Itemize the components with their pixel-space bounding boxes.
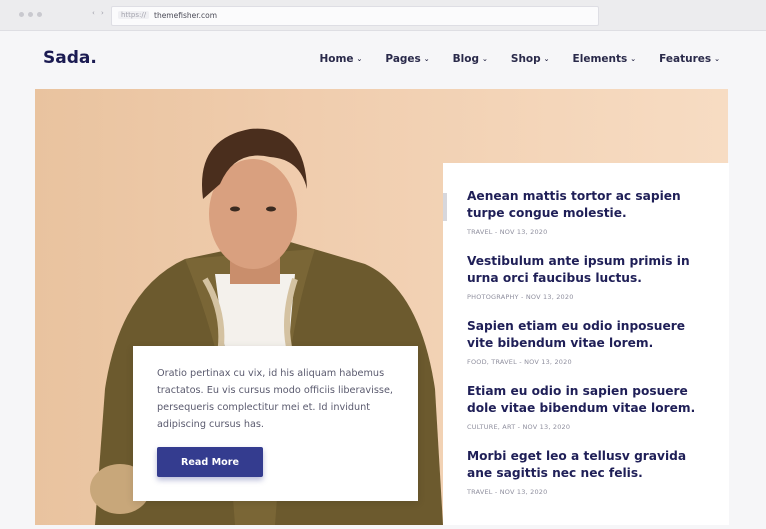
menu-label: Features: [659, 53, 712, 65]
post-title[interactable]: Sapien etiam eu odio inposuere vite bibe…: [467, 318, 707, 352]
website: Sada. Home ⌄ Pages ⌄ Blog ⌄ Shop ⌄ Elements ⌄…: [0, 31, 766, 529]
post-date: NOV 13, 2020: [499, 228, 548, 236]
chevron-down-icon: ⌄: [543, 55, 550, 63]
menu-label: Blog: [452, 53, 480, 65]
post-meta: CULTURE, ART - NOV 13, 2020: [467, 423, 707, 431]
menu-label: Home: [319, 53, 354, 65]
post-item[interactable]: Morbi eget leo a tellusv gravida ane sag…: [467, 448, 707, 496]
window-dot-icon[interactable]: [37, 12, 42, 17]
read-more-button[interactable]: Read More: [157, 447, 263, 477]
post-item[interactable]: Aenean mattis tortor ac sapien turpe con…: [467, 188, 707, 236]
url-scheme: https://: [118, 11, 150, 19]
browser-toolbar: ‹ › https:// themefisher.com: [0, 0, 766, 31]
post-meta: PHOTOGRAPHY - NOV 13, 2020: [467, 293, 707, 301]
meta-separator: -: [519, 358, 522, 366]
post-title[interactable]: Etiam eu odio in sapien posuere dole vit…: [467, 383, 707, 417]
post-category[interactable]: CULTURE, ART: [467, 423, 515, 431]
window-dot-icon[interactable]: [28, 12, 33, 17]
menu-item-features[interactable]: Features ⌄: [659, 53, 720, 65]
recent-posts-panel: Aenean mattis tortor ac sapien turpe con…: [443, 163, 729, 525]
chevron-down-icon: ⌄: [423, 55, 430, 63]
post-category[interactable]: PHOTOGRAPHY: [467, 293, 519, 301]
post-item[interactable]: Sapien etiam eu odio inposuere vite bibe…: [467, 318, 707, 366]
post-title[interactable]: Aenean mattis tortor ac sapien turpe con…: [467, 188, 707, 222]
post-meta: TRAVEL - NOV 13, 2020: [467, 488, 707, 496]
post-date: NOV 13, 2020: [525, 293, 574, 301]
post-title[interactable]: Morbi eget leo a tellusv gravida ane sag…: [467, 448, 707, 482]
post-date: NOV 13, 2020: [522, 423, 571, 431]
featured-excerpt-card: Oratio pertinax cu vix, id his aliquam h…: [133, 346, 418, 501]
excerpt-text: Oratio pertinax cu vix, id his aliquam h…: [157, 368, 393, 430]
post-category[interactable]: TRAVEL: [467, 488, 493, 496]
meta-separator: -: [521, 293, 524, 301]
chevron-down-icon: ⌄: [482, 55, 488, 63]
meta-separator: -: [494, 488, 498, 496]
menu-item-pages[interactable]: Pages ⌄: [385, 53, 429, 65]
menu-label: Pages: [385, 53, 421, 65]
post-title[interactable]: Vestibulum ante ipsum primis in urna orc…: [467, 253, 707, 287]
post-item[interactable]: Vestibulum ante ipsum primis in urna orc…: [467, 253, 707, 301]
menu-item-blog[interactable]: Blog ⌄: [453, 53, 488, 65]
url-text[interactable]: themefisher.com: [154, 11, 217, 20]
meta-separator: -: [494, 228, 498, 236]
menu-label: Elements: [572, 53, 628, 65]
post-category[interactable]: TRAVEL: [467, 228, 493, 236]
window-controls: [19, 12, 42, 17]
back-forward-icon[interactable]: ‹ ›: [92, 9, 106, 17]
chevron-down-icon: ⌄: [714, 55, 720, 63]
menu-item-shop[interactable]: Shop ⌄: [511, 53, 550, 65]
main-menu: Home ⌄ Pages ⌄ Blog ⌄ Shop ⌄ Elements ⌄ Featu…: [319, 53, 720, 65]
chevron-down-icon: ⌄: [356, 55, 363, 63]
post-date: NOV 13, 2020: [524, 358, 572, 366]
menu-item-elements[interactable]: Elements ⌄: [573, 53, 637, 65]
post-category[interactable]: FOOD, TRAVEL: [467, 358, 517, 366]
address-bar[interactable]: https:// themefisher.com: [111, 6, 599, 26]
site-logo[interactable]: Sada.: [43, 48, 97, 68]
window-dot-icon[interactable]: [19, 12, 24, 17]
post-date: NOV 13, 2020: [499, 488, 548, 496]
menu-item-home[interactable]: Home ⌄: [319, 53, 362, 65]
post-item[interactable]: Etiam eu odio in sapien posuere dole vit…: [467, 383, 707, 431]
post-meta: TRAVEL - NOV 13, 2020: [467, 228, 707, 236]
active-indicator: [443, 193, 447, 221]
post-meta: FOOD, TRAVEL - NOV 13, 2020: [467, 358, 707, 366]
meta-separator: -: [517, 423, 521, 431]
menu-label: Shop: [510, 53, 541, 65]
chevron-down-icon: ⌄: [630, 55, 637, 63]
